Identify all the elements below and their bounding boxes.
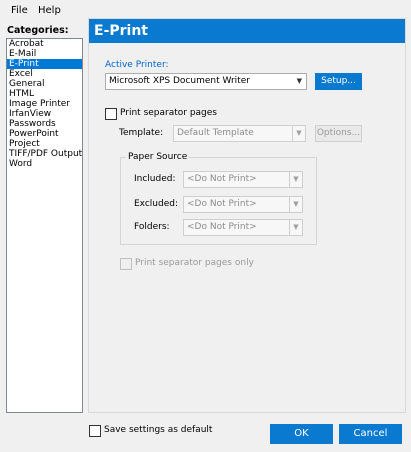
chevron-down-icon: ▼ (292, 126, 305, 141)
save-default-checkbox[interactable] (89, 425, 101, 437)
active-printer-label: Active Printer: (105, 60, 169, 70)
excluded-label: Excluded: (134, 199, 179, 209)
cancel-button[interactable]: Cancel (339, 424, 402, 444)
folders-dropdown[interactable]: <Do Not Print> ▼ (183, 219, 303, 236)
separator-only-label: Print separator pages only (135, 258, 254, 268)
category-item-word[interactable]: Word (7, 159, 82, 169)
chevron-down-icon: ▼ (289, 172, 302, 187)
category-item-eprint[interactable]: E-Print (7, 59, 82, 69)
separator-only-checkbox[interactable] (120, 258, 132, 270)
save-default-label: Save settings as default (104, 425, 213, 435)
chevron-down-icon: ▼ (289, 220, 302, 235)
categories-label: Categories: (7, 25, 69, 36)
template-dropdown[interactable]: Default Template ▼ (173, 125, 306, 142)
menu-file[interactable]: File (11, 5, 28, 16)
category-item-tiff-pdf-output[interactable]: TIFF/PDF Output (7, 149, 82, 159)
active-printer-dropdown[interactable]: Microsoft XPS Document Writer ▼ (105, 73, 307, 90)
eprint-panel: E-Print Active Printer: Microsoft XPS Do… (88, 18, 406, 413)
chevron-down-icon: ▼ (296, 77, 302, 85)
category-item-email[interactable]: E-Mail (7, 49, 82, 59)
category-item-general[interactable]: General (7, 79, 82, 89)
categories-list[interactable]: Acrobat E-Mail E-Print Excel General HTM… (6, 38, 83, 413)
category-item-irfanview[interactable]: IrfanView (7, 109, 82, 119)
folders-value: <Do Not Print> (187, 222, 257, 232)
ok-button[interactable]: OK (270, 424, 333, 444)
options-button[interactable]: Options... (315, 125, 362, 142)
category-item-passwords[interactable]: Passwords (7, 119, 82, 129)
menu-help[interactable]: Help (38, 5, 61, 16)
category-item-acrobat[interactable]: Acrobat (7, 39, 82, 49)
included-dropdown[interactable]: <Do Not Print> ▼ (183, 171, 303, 188)
category-item-html[interactable]: HTML (7, 89, 82, 99)
chevron-down-icon: ▼ (289, 197, 302, 212)
template-label: Template: (119, 128, 164, 138)
folders-label: Folders: (134, 222, 170, 232)
category-item-image-printer[interactable]: Image Printer (7, 99, 82, 109)
category-item-excel[interactable]: Excel (7, 69, 82, 79)
active-printer-value: Microsoft XPS Document Writer (109, 76, 250, 86)
template-value: Default Template (177, 128, 254, 138)
category-item-powerpoint[interactable]: PowerPoint (7, 129, 82, 139)
paper-source-title: Paper Source (126, 152, 190, 162)
setup-button[interactable]: Setup... (315, 73, 362, 90)
category-item-project[interactable]: Project (7, 139, 82, 149)
print-separator-checkbox[interactable] (105, 108, 117, 120)
panel-title: E-Print (89, 19, 405, 43)
included-value: <Do Not Print> (187, 174, 257, 184)
included-label: Included: (134, 174, 176, 184)
excluded-dropdown[interactable]: <Do Not Print> ▼ (183, 196, 303, 213)
paper-source-group: Paper Source Included: <Do Not Print> ▼ … (120, 152, 317, 245)
menu-bar: File Help (0, 0, 411, 20)
excluded-value: <Do Not Print> (187, 199, 257, 209)
print-separator-label: Print separator pages (120, 108, 217, 118)
